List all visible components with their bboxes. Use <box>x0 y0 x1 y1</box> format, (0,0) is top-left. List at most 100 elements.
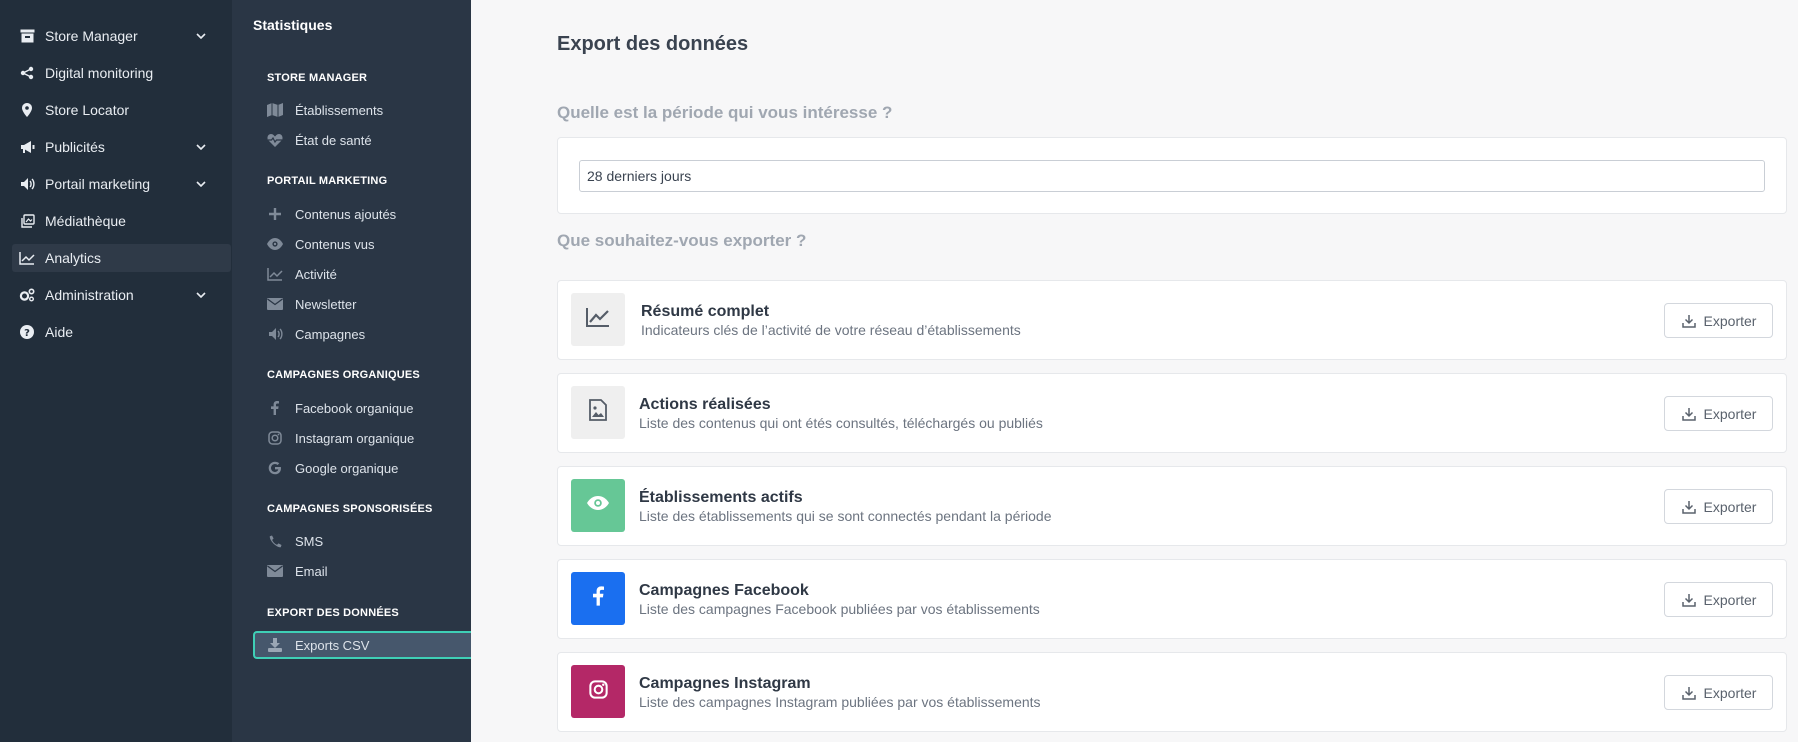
media-icon <box>19 213 35 229</box>
stats-sidebar: Statistiques STORE MANAGER Établissement… <box>232 0 471 742</box>
chart-line-icon <box>586 307 610 332</box>
export-description: Liste des établissements qui se sont con… <box>639 508 1052 524</box>
stats-item-label: Activité <box>295 266 337 282</box>
period-select[interactable]: 28 derniers jours <box>579 160 1765 192</box>
main-sidebar: Store Manager Digital monitoring Store L… <box>0 0 232 742</box>
google-icon <box>267 460 283 476</box>
bullhorn-icon <box>19 139 35 155</box>
nav-item-publicites[interactable]: Publicités <box>12 133 231 161</box>
stats-item-label: Facebook organique <box>295 400 414 416</box>
download-icon <box>1681 406 1697 422</box>
nav-item-portail-marketing[interactable]: Portail marketing <box>12 170 231 198</box>
page-title: Export des données <box>557 33 749 55</box>
nav-label: Store Manager <box>45 28 138 44</box>
stats-item-google-organique[interactable]: Google organique <box>253 454 471 482</box>
stats-item-label: Campagnes <box>295 326 366 342</box>
stats-item-label: Newsletter <box>295 296 357 312</box>
eye-icon <box>267 236 283 252</box>
export-button[interactable]: Exporter <box>1664 396 1773 431</box>
nav-item-store-manager[interactable]: Store Manager <box>12 22 231 50</box>
chevron-down-icon <box>193 287 209 303</box>
export-button-label: Exporter <box>1703 684 1757 701</box>
cogs-icon <box>19 287 35 303</box>
nav-label: Digital monitoring <box>45 65 154 81</box>
export-title: Campagnes Instagram <box>639 675 811 692</box>
stats-item-sms[interactable]: SMS <box>253 527 471 555</box>
download-icon <box>1681 499 1697 515</box>
period-question: Quelle est la période qui vous intéresse… <box>557 103 893 122</box>
chevron-down-icon <box>193 176 209 192</box>
volume-icon <box>267 326 283 342</box>
download-icon <box>267 637 283 653</box>
stats-item-activite[interactable]: Activité <box>253 260 471 288</box>
question-circle-icon: ? <box>19 324 35 340</box>
nav-item-store-locator[interactable]: Store Locator <box>12 96 231 124</box>
envelope-icon <box>267 563 283 579</box>
stats-item-campagnes[interactable]: Campagnes <box>253 320 471 348</box>
file-image-icon <box>589 399 607 426</box>
export-description: Liste des campagnes Facebook publiées pa… <box>639 601 1040 617</box>
stats-item-email[interactable]: Email <box>253 557 471 585</box>
chart-line-icon <box>267 266 283 282</box>
section-export-des-donnees: EXPORT DES DONNÉES <box>267 607 399 619</box>
stats-item-label: Contenus vus <box>295 236 375 252</box>
export-button[interactable]: Exporter <box>1664 675 1773 710</box>
instagram-icon <box>267 430 283 446</box>
main-content: Export des données Quelle est la période… <box>471 0 1798 742</box>
export-button-label: Exporter <box>1703 405 1757 422</box>
export-question: Que souhaitez-vous exporter ? <box>557 231 807 250</box>
instagram-icon <box>588 679 608 704</box>
nav-item-digital-monitoring[interactable]: Digital monitoring <box>12 59 231 87</box>
export-button-label: Exporter <box>1703 591 1757 608</box>
export-icon-box <box>571 386 625 439</box>
export-button[interactable]: Exporter <box>1664 582 1773 617</box>
map-pin-icon <box>19 102 35 118</box>
export-icon-box <box>571 665 625 718</box>
export-title: Campagnes Facebook <box>639 582 809 599</box>
nav-item-mediatheque[interactable]: Médiathèque <box>12 207 231 235</box>
store-icon <box>19 28 35 44</box>
export-card-resume-complet: Résumé complet Indicateurs clés de l’act… <box>557 280 1787 360</box>
export-title: Résumé complet <box>641 303 770 320</box>
export-description: Indicateurs clés de l’activité de votre … <box>641 322 1021 338</box>
period-card: 28 derniers jours <box>557 137 1787 214</box>
chart-line-icon <box>19 250 35 266</box>
download-icon <box>1681 592 1697 608</box>
nav-label: Store Locator <box>45 102 130 118</box>
nav-item-aide[interactable]: ? Aide <box>12 318 231 346</box>
export-title: Établissements actifs <box>639 489 803 506</box>
export-card-actions-realisees: Actions réalisées Liste des contenus qui… <box>557 373 1787 453</box>
stats-item-etablissements[interactable]: Établissements <box>253 96 471 124</box>
export-description: Liste des contenus qui ont étés consulté… <box>639 415 1043 431</box>
export-icon-box <box>571 293 625 346</box>
export-description: Liste des campagnes Instagram publiées p… <box>639 694 1041 710</box>
stats-item-label: Google organique <box>295 460 399 476</box>
section-portail-marketing: PORTAIL MARKETING <box>267 175 388 187</box>
export-button-label: Exporter <box>1703 498 1757 515</box>
stats-item-newsletter[interactable]: Newsletter <box>253 290 471 318</box>
stats-item-etat-de-sante[interactable]: État de santé <box>253 126 471 154</box>
export-icon-box <box>571 479 625 532</box>
export-button[interactable]: Exporter <box>1664 303 1773 338</box>
stats-item-label: Email <box>295 563 328 579</box>
stats-item-exports-csv[interactable]: Exports CSV <box>253 631 471 659</box>
download-icon <box>1681 313 1697 329</box>
stats-item-label: État de santé <box>295 132 372 148</box>
export-card-campagnes-instagram: Campagnes Instagram Liste des campagnes … <box>557 652 1787 732</box>
stats-item-contenus-vus[interactable]: Contenus vus <box>253 230 471 258</box>
export-button[interactable]: Exporter <box>1664 489 1773 524</box>
stats-item-label: Instagram organique <box>295 430 415 446</box>
stats-item-contenus-ajoutes[interactable]: Contenus ajoutés <box>253 200 471 228</box>
chevron-down-icon <box>193 139 209 155</box>
stats-item-facebook-organique[interactable]: Facebook organique <box>253 394 471 422</box>
nav-item-administration[interactable]: Administration <box>12 281 231 309</box>
export-title: Actions réalisées <box>639 396 771 413</box>
map-icon <box>267 102 283 118</box>
chevron-down-icon <box>193 28 209 44</box>
section-store-manager: STORE MANAGER <box>267 72 368 84</box>
stats-item-label: Contenus ajoutés <box>295 206 397 222</box>
phone-icon <box>267 533 283 549</box>
nav-label: Aide <box>45 324 74 340</box>
stats-item-instagram-organique[interactable]: Instagram organique <box>253 424 471 452</box>
nav-item-analytics[interactable]: Analytics <box>12 244 231 272</box>
